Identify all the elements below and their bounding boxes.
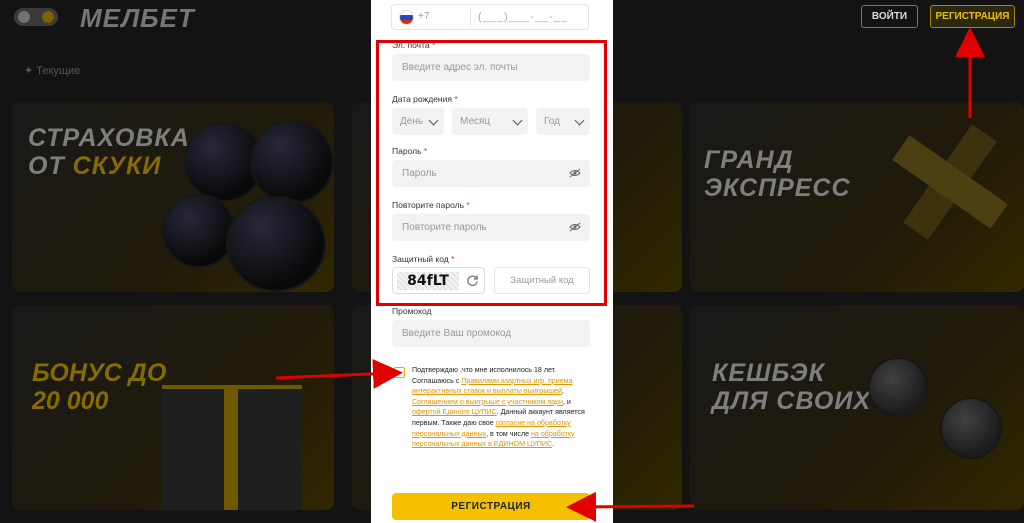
promo-input[interactable]: Введите Ваш промокод (392, 320, 590, 347)
eye-off-icon[interactable] (569, 222, 581, 232)
birthdate-label-text: Дата рождения (392, 94, 452, 104)
captcha-label-text: Защитный код (392, 254, 449, 264)
repeat-password-input[interactable]: Повторите пароль (392, 214, 590, 241)
repeat-password-placeholder: Повторите пароль (402, 222, 487, 233)
ball-image (226, 196, 326, 292)
password-label: Пароль * (392, 146, 427, 156)
theme-toggle[interactable] (14, 8, 58, 26)
promo-card-bonus[interactable]: БОНУС ДО 20 000 (12, 305, 334, 510)
email-label: Эл. почта * (392, 40, 435, 50)
ball-image (250, 120, 334, 204)
day-select[interactable]: День (392, 108, 444, 135)
card-title-line2: ЭКСПРЕСС (704, 174, 851, 202)
card-title: КЕШБЭК ДЛЯ СВОИХ (712, 359, 871, 415)
email-input[interactable]: Введите адрес эл. почты (392, 54, 590, 81)
required-mark: * (451, 254, 455, 264)
flame-icon: ✦ (24, 65, 37, 77)
captcha-image: 84fLT (397, 272, 459, 290)
card-title-line1: ГРАНД (704, 146, 794, 174)
password-input[interactable]: Пароль (392, 160, 590, 187)
card-title-highlight: СКУКИ (72, 152, 162, 180)
month-placeholder: Месяц (460, 116, 491, 127)
registration-form: +7 (___)___-__-__ Эл. почта * Введите ад… (371, 0, 613, 523)
email-label-text: Эл. почта (392, 40, 430, 50)
repeat-password-label: Повторите пароль * (392, 200, 470, 210)
coin-image (940, 397, 1002, 459)
password-label-text: Пароль (392, 146, 422, 156)
repeat-password-label-text: Повторите пароль (392, 200, 465, 210)
gift-box-image (162, 385, 302, 510)
captcha-placeholder: Защитный код (510, 275, 574, 286)
birthdate-label: Дата рождения * (392, 94, 458, 104)
phone-divider (470, 9, 471, 25)
card-title-line2: ДЛЯ СВОИХ (712, 387, 871, 415)
captcha-box: 84fLT (392, 267, 485, 294)
terms-text-part: . (552, 440, 555, 449)
required-mark: * (423, 146, 428, 156)
phone-input-mask: (___)___-__-__ (478, 11, 568, 23)
promo-card-insurance[interactable]: СТРАХОВКА ОТ СКУКИ (12, 102, 334, 292)
current-label: Текущие (36, 65, 81, 77)
promo-card-cashback[interactable]: КЕШБЭК ДЛЯ СВОИХ (690, 305, 1024, 510)
phone-field[interactable]: +7 (___)___-__-__ (391, 4, 589, 30)
card-title: СТРАХОВКА ОТ СКУКИ (28, 124, 190, 180)
year-placeholder: Год (544, 116, 560, 127)
phone-country-code: +7 (418, 11, 430, 22)
promo-card-grand-express[interactable]: ГРАНД ЭКСПРЕСС (690, 102, 1024, 292)
required-mark: * (466, 200, 470, 210)
terms-text-part: , (561, 387, 564, 396)
card-title-line1: БОНУС ДО (32, 359, 167, 387)
required-mark: * (431, 40, 436, 50)
promo-label-text: Промокод (392, 306, 432, 316)
captcha-input[interactable]: Защитный код (494, 267, 590, 294)
eye-off-icon[interactable] (569, 168, 581, 178)
email-placeholder: Введите адрес эл. почты (402, 62, 518, 73)
chevron-down-icon (512, 115, 523, 126)
submit-registration-button[interactable]: РЕГИСТРАЦИЯ (392, 493, 590, 520)
promo-label: Промокод (392, 306, 431, 316)
refresh-icon[interactable] (466, 274, 479, 287)
russia-flag-icon (399, 10, 414, 25)
required-mark: * (454, 94, 458, 104)
year-select[interactable]: Год (536, 108, 590, 135)
month-select[interactable]: Месяц (452, 108, 528, 135)
ball-image (162, 194, 236, 268)
chevron-down-icon (428, 115, 439, 126)
chevron-down-icon (574, 115, 585, 126)
agreement-link[interactable]: Соглашением о выигрыше с участником пари (412, 398, 563, 406)
card-title-line1: СТРАХОВКА (28, 124, 190, 152)
login-button[interactable]: ВОЙТИ (861, 5, 918, 28)
day-placeholder: День (400, 116, 424, 127)
offer-link[interactable]: офертой Единого ЦУПИС (412, 408, 497, 416)
terms-text-part: , и (562, 397, 571, 406)
terms-checkbox[interactable] (394, 367, 405, 378)
coin-image (868, 357, 928, 417)
card-title: БОНУС ДО 20 000 (32, 359, 166, 415)
card-title-line2: 20 000 (32, 387, 109, 415)
terms-text: Подтверждаю ,что мне исполнилось 18 лет.… (412, 365, 590, 450)
current-section[interactable]: ✦ Текущие (24, 64, 80, 77)
card-title-line2: ОТ (28, 152, 73, 180)
register-top-button[interactable]: РЕГИСТРАЦИЯ (930, 5, 1015, 28)
captcha-label: Защитный код * (392, 254, 454, 264)
brand-logo: МЕЛБЕТ (80, 3, 195, 33)
password-placeholder: Пароль (402, 168, 437, 179)
card-title-line1: КЕШБЭК (712, 359, 825, 387)
terms-text-part: , в том числе (486, 429, 532, 438)
card-title: ГРАНД ЭКСПРЕСС (704, 146, 851, 202)
cross-image (890, 122, 1010, 242)
promo-placeholder: Введите Ваш промокод (402, 328, 512, 339)
